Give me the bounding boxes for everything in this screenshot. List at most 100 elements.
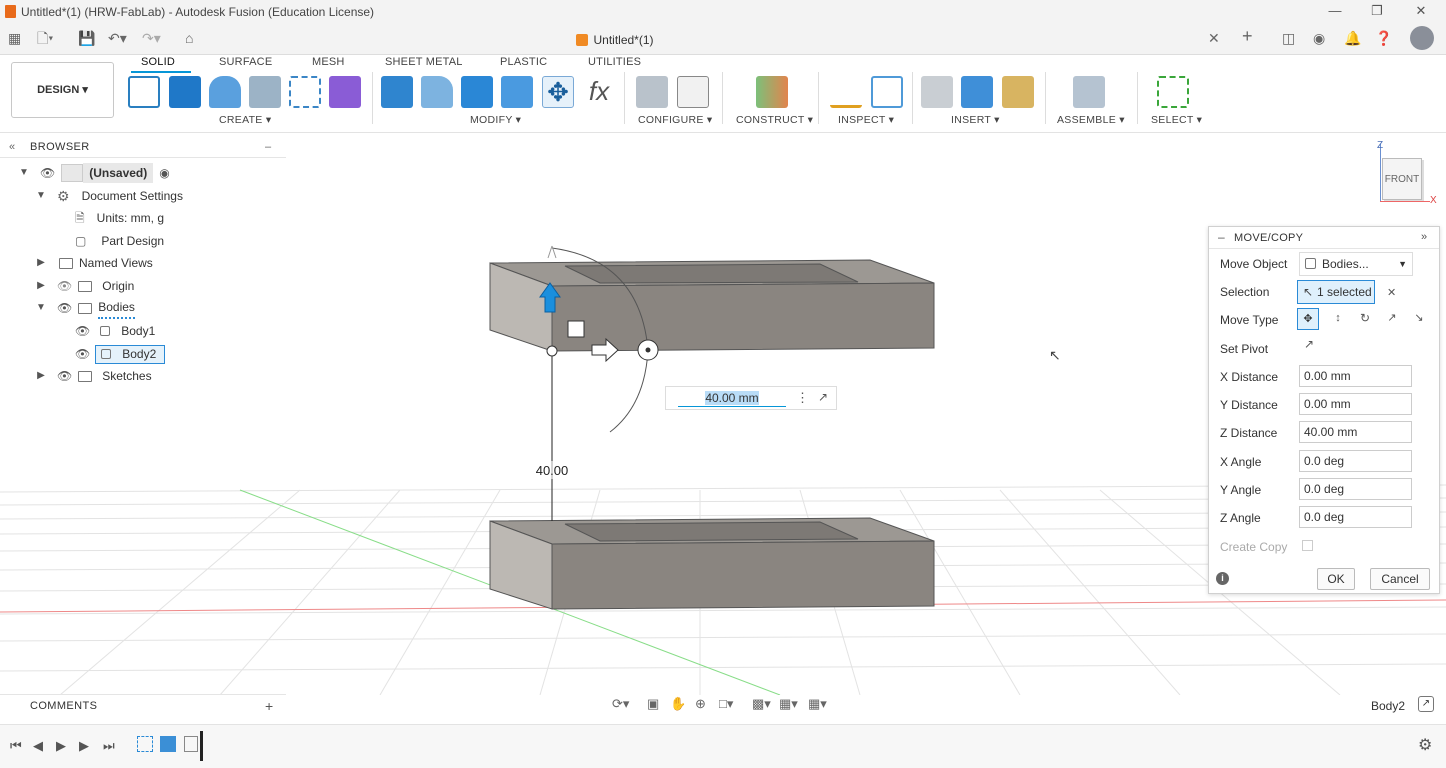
- tree-root[interactable]: ▼ 👁 (Unsaved) ◉: [18, 163, 170, 183]
- insert-canvas-icon[interactable]: [961, 76, 993, 108]
- play-icon[interactable]: ▶: [56, 738, 66, 754]
- tree-item-sketches[interactable]: ▶ 👁 Sketches: [35, 366, 151, 386]
- group-select[interactable]: SELECT ▾: [1151, 114, 1202, 126]
- pan-icon[interactable]: ✋: [670, 696, 686, 712]
- tree-item-body1[interactable]: 👁 Body1: [75, 321, 155, 341]
- section-analysis-icon[interactable]: [871, 76, 903, 108]
- tree-item-part-design[interactable]: ▢ Part Design: [75, 231, 164, 251]
- point-to-position-icon[interactable]: ↘: [1408, 308, 1430, 330]
- rotate-icon[interactable]: ↻: [1354, 308, 1376, 330]
- create-copy-checkbox[interactable]: [1302, 540, 1313, 551]
- notifications-icon[interactable]: 🔔: [1344, 30, 1361, 46]
- orbit-icon[interactable]: ⟳▾: [612, 696, 629, 712]
- grid-settings-icon[interactable]: ▦▾: [779, 696, 798, 712]
- y-angle-field[interactable]: 0.0 deg: [1299, 478, 1412, 500]
- eye-icon[interactable]: 👁: [57, 366, 72, 386]
- tree-item-body2[interactable]: 👁 Body2: [75, 344, 166, 364]
- tab-sheet-metal[interactable]: SHEET METAL: [385, 56, 463, 68]
- close-window-icon[interactable]: ✕: [1406, 2, 1436, 20]
- free-move-icon[interactable]: ✥: [1297, 308, 1319, 330]
- z-angle-field[interactable]: 0.0 deg: [1299, 506, 1412, 528]
- group-construct[interactable]: CONSTRUCT ▾: [736, 114, 813, 126]
- fillet-icon[interactable]: [421, 76, 453, 108]
- minimize-icon[interactable]: —: [1320, 2, 1350, 20]
- go-to-start-icon[interactable]: ⏮: [10, 738, 22, 754]
- plane-move-handle[interactable]: [567, 320, 585, 338]
- extrude-icon[interactable]: [169, 76, 201, 108]
- set-pivot-icon[interactable]: ↗: [1299, 337, 1319, 357]
- new-component-icon[interactable]: [329, 76, 361, 108]
- new-tab-icon[interactable]: +: [1242, 27, 1253, 45]
- timeline-marker[interactable]: [200, 731, 203, 761]
- y-distance-field[interactable]: 0.00 mm: [1299, 393, 1412, 415]
- eye-icon[interactable]: 👁: [75, 344, 90, 364]
- group-configure[interactable]: CONFIGURE ▾: [638, 114, 713, 126]
- tab-utilities[interactable]: UTILITIES: [588, 56, 641, 68]
- workspace-switcher[interactable]: DESIGN ▾: [11, 62, 114, 118]
- measure-icon[interactable]: [830, 76, 862, 108]
- x-distance-field[interactable]: 0.00 mm: [1299, 365, 1412, 387]
- tab-solid[interactable]: SOLID: [141, 56, 175, 68]
- collapse-dialog-icon[interactable]: –: [1218, 230, 1225, 244]
- selection-button[interactable]: ↖ 1 selected: [1297, 280, 1375, 304]
- active-radio-icon[interactable]: ◉: [159, 163, 169, 183]
- eye-hidden-icon[interactable]: 👁: [57, 276, 72, 296]
- zoom-icon[interactable]: ⊕: [695, 696, 706, 712]
- more-options-icon[interactable]: ⋮: [796, 390, 809, 406]
- eye-icon[interactable]: 👁: [57, 298, 72, 318]
- translate-icon[interactable]: ↕: [1327, 308, 1349, 330]
- tab-mesh[interactable]: MESH: [312, 56, 345, 68]
- insert-derive-icon[interactable]: [921, 76, 953, 108]
- go-to-end-icon[interactable]: ⏭: [103, 738, 115, 754]
- tree-item-named-views[interactable]: ▶ Named Views: [35, 253, 153, 273]
- parameters-fx-icon[interactable]: fx: [583, 76, 615, 108]
- combine-icon[interactable]: [461, 76, 493, 108]
- point-to-point-icon[interactable]: ↗: [1381, 308, 1403, 330]
- info-icon[interactable]: i: [1216, 572, 1229, 585]
- tree-item-units[interactable]: 🗎 Units: mm, g: [75, 208, 164, 228]
- timeline-sketch-icon[interactable]: [137, 736, 153, 752]
- group-assemble[interactable]: ASSEMBLE ▾: [1057, 114, 1125, 126]
- move-copy-icon[interactable]: ✥: [542, 76, 574, 108]
- timeline-move-icon[interactable]: [184, 736, 198, 752]
- add-comment-icon[interactable]: +: [265, 695, 274, 717]
- tree-item-bodies[interactable]: ▼ 👁 Bodies: [35, 298, 135, 319]
- x-angle-field[interactable]: 0.0 deg: [1299, 450, 1412, 472]
- help-icon[interactable]: ❓: [1375, 30, 1392, 46]
- clear-selection-icon[interactable]: ✕: [1387, 286, 1396, 299]
- pattern-icon[interactable]: [289, 76, 321, 108]
- chevron-down-icon[interactable]: ▼: [35, 186, 47, 206]
- select-window-icon[interactable]: [1157, 76, 1189, 108]
- body1[interactable]: [489, 517, 935, 610]
- chevron-down-icon[interactable]: ▼: [18, 163, 30, 183]
- avatar[interactable]: [1410, 26, 1434, 50]
- chevron-right-icon[interactable]: ▶: [35, 253, 47, 273]
- distance-input[interactable]: 40.00 mm: [678, 389, 786, 407]
- tab-surface[interactable]: SURFACE: [219, 56, 272, 68]
- eye-icon[interactable]: 👁: [75, 321, 90, 341]
- selection-filter-icon[interactable]: ↗: [1418, 696, 1434, 712]
- look-at-icon[interactable]: ▣: [647, 696, 659, 712]
- hole-icon[interactable]: [249, 76, 281, 108]
- timeline-extrude-icon[interactable]: [160, 736, 176, 752]
- z-distance-field[interactable]: 40.00 mm: [1299, 421, 1412, 443]
- tab-plastic[interactable]: PLASTIC: [500, 56, 547, 68]
- insert-mesh-icon[interactable]: [1002, 76, 1034, 108]
- ok-button[interactable]: OK: [1317, 568, 1355, 590]
- chevron-right-icon[interactable]: ▶: [35, 276, 47, 296]
- configure-icon[interactable]: [636, 76, 668, 108]
- display-settings-icon[interactable]: ▩▾: [752, 696, 771, 712]
- viewcube[interactable]: FRONT Z X: [1368, 140, 1438, 208]
- group-modify[interactable]: MODIFY ▾: [470, 114, 521, 126]
- press-pull-icon[interactable]: [381, 76, 413, 108]
- pivot-point[interactable]: [546, 345, 558, 357]
- fit-icon[interactable]: □▾: [719, 696, 733, 712]
- viewports-icon[interactable]: ▦▾: [808, 696, 827, 712]
- measure-dropdown-icon[interactable]: ↗: [818, 390, 828, 404]
- revolve-icon[interactable]: [209, 76, 241, 108]
- step-forward-icon[interactable]: ▶: [79, 738, 89, 754]
- tree-item-document-settings[interactable]: ▼ ⚙ Document Settings: [35, 186, 183, 206]
- viewcube-front-face[interactable]: FRONT: [1382, 158, 1422, 200]
- shell-icon[interactable]: [501, 76, 533, 108]
- document-tab[interactable]: Untitled*(1): [0, 27, 1230, 53]
